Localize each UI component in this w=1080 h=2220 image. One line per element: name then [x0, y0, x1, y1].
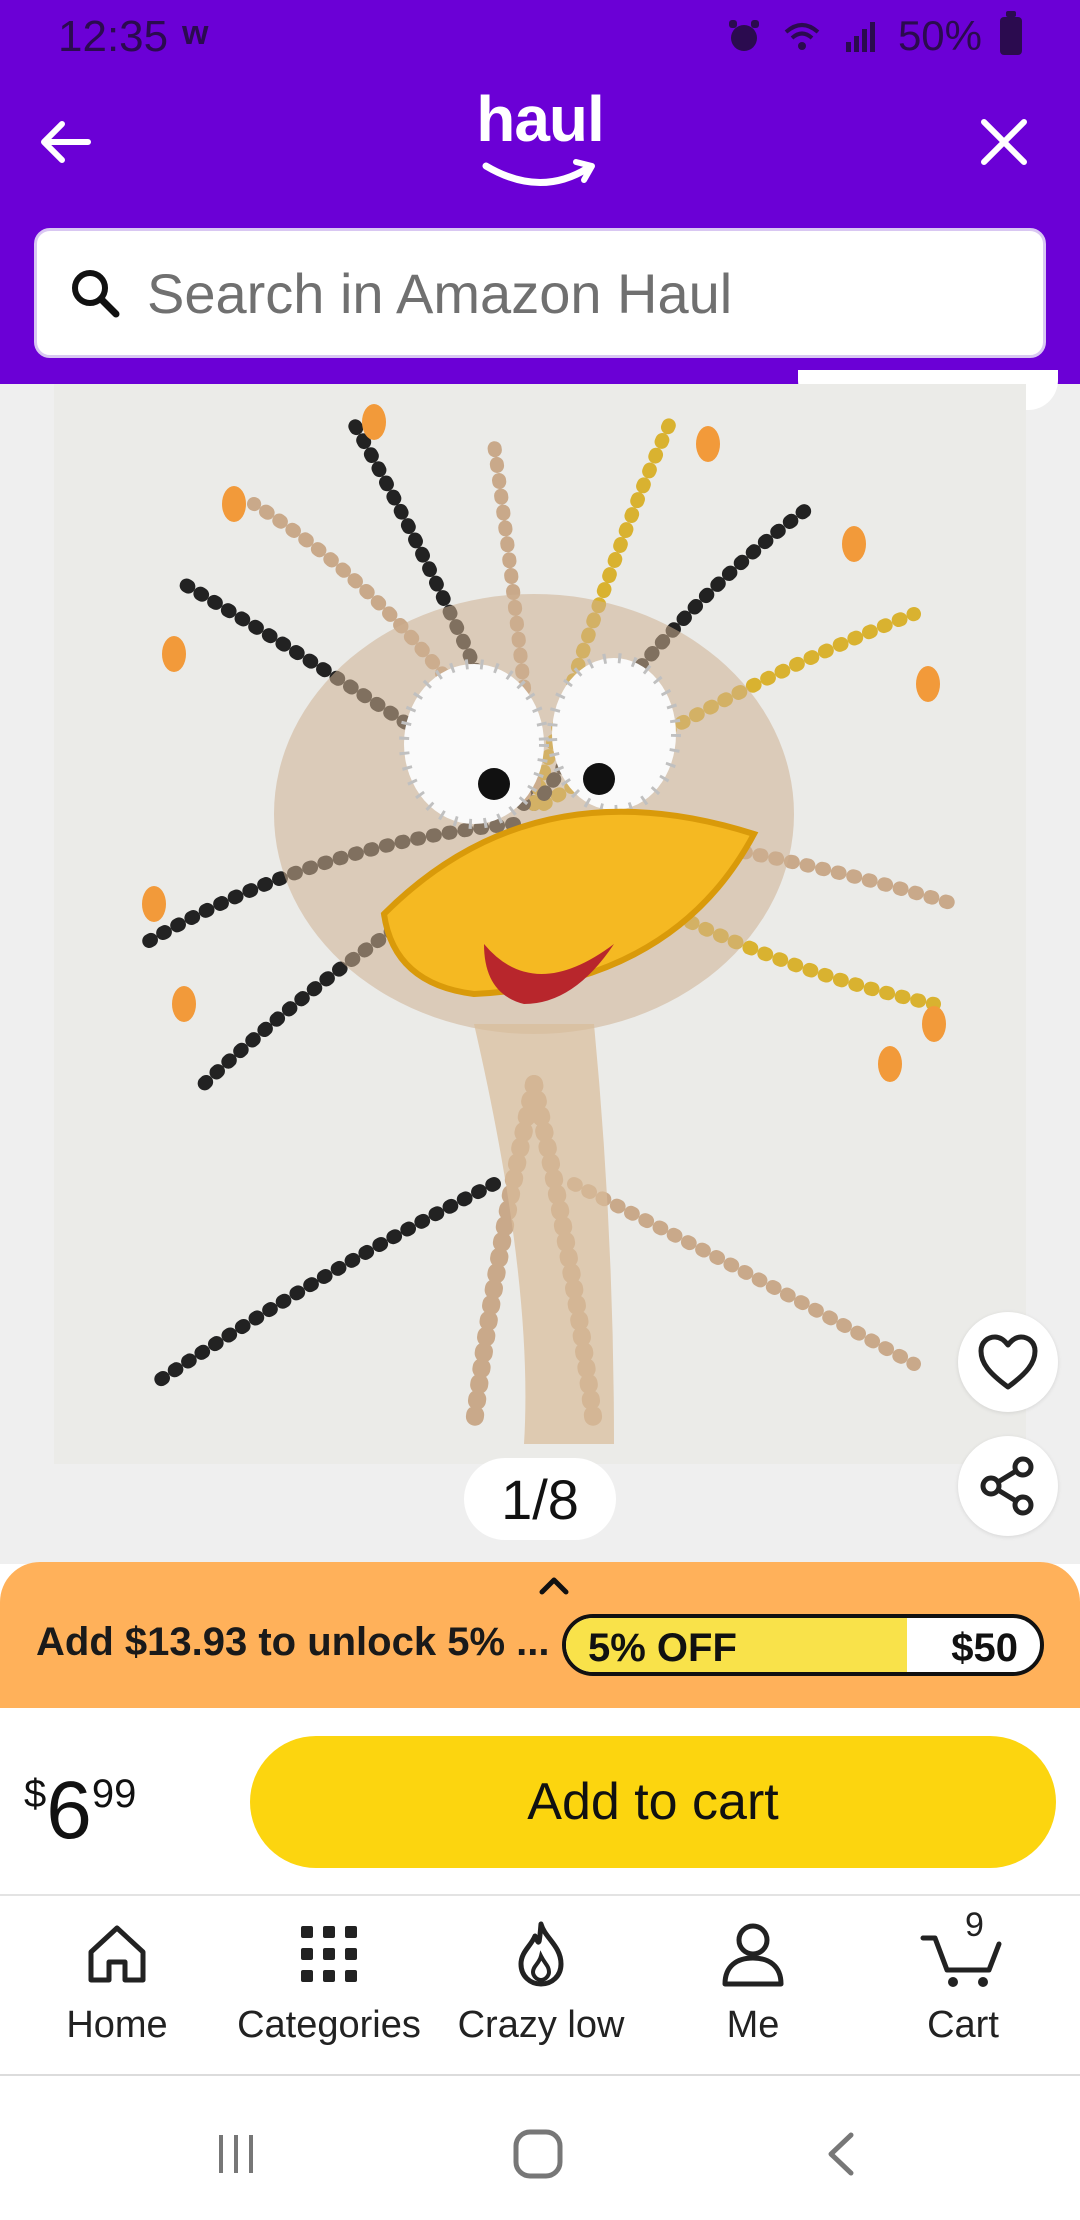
home-icon	[88, 1925, 146, 1983]
share-icon	[980, 1456, 1034, 1516]
battery-percent: 50%	[897, 12, 982, 59]
favorite-button[interactable]	[958, 1312, 1058, 1412]
home-system-button[interactable]	[508, 2124, 568, 2184]
logo-text: haul	[476, 83, 605, 155]
header-nav: haul	[0, 74, 1080, 224]
chevron-left-icon	[828, 2132, 854, 2176]
search-icon	[65, 263, 125, 323]
discount-progress-bar: 5% OFF $50	[562, 1614, 1044, 1676]
search-bar[interactable]	[34, 228, 1046, 358]
recent-apps-icon	[219, 2135, 253, 2173]
product-image[interactable]	[54, 384, 1026, 1464]
smile-arrow-icon	[482, 159, 595, 186]
nav-me[interactable]: Me	[648, 1918, 858, 2068]
promo-banner[interactable]: Add $13.93 to unlock 5% ... 5% OFF $50	[0, 1562, 1080, 1708]
nav-crazy-low[interactable]: Crazy low	[436, 1918, 646, 2068]
price-whole: 6	[46, 1765, 92, 1856]
add-to-cart-button[interactable]: Add to cart	[250, 1736, 1056, 1868]
progress-label: 5% OFF	[588, 1626, 737, 1670]
nav-cart[interactable]: 9 Cart	[858, 1906, 1068, 2068]
notification-icon: w	[182, 14, 209, 52]
home-circle-icon	[513, 2129, 563, 2179]
share-button[interactable]	[958, 1436, 1058, 1536]
recent-apps-button[interactable]	[206, 2124, 266, 2184]
close-button[interactable]	[968, 106, 1040, 178]
price-currency: $	[24, 1772, 47, 1816]
progress-target: $50	[951, 1626, 1018, 1670]
battery-icon	[1000, 11, 1022, 55]
nav-home-label: Home	[66, 2004, 168, 2046]
ostrich-diamond-art-image	[54, 384, 1026, 1464]
heart-icon	[978, 1334, 1038, 1390]
system-navigation-bar	[0, 2078, 1080, 2220]
status-bar: 12:35 w 50%	[0, 0, 1080, 74]
app-header: 12:35 w 50% haul	[0, 0, 1080, 384]
back-button[interactable]	[30, 106, 102, 178]
product-price: $699	[24, 1764, 136, 1858]
cart-icon-wrap: 9	[920, 1906, 1002, 1990]
price-fraction: 99	[91, 1772, 137, 1816]
promo-message: Add $13.93 to unlock 5% ...	[36, 1620, 550, 1664]
buy-row: $699 Add to cart	[0, 1708, 1080, 1896]
close-icon	[981, 119, 1027, 165]
arrow-left-icon	[41, 121, 91, 163]
alarm-icon	[728, 20, 759, 51]
cart-count-badge: 9	[965, 1906, 984, 1944]
signal-icon	[845, 22, 875, 52]
haul-logo: haul	[440, 84, 640, 194]
flame-icon	[518, 1921, 564, 1987]
gallery-page-indicator: 1/8	[464, 1458, 616, 1540]
wifi-icon	[784, 23, 820, 50]
grid-icon	[301, 1926, 357, 1982]
search-input[interactable]	[147, 260, 1027, 326]
nav-home[interactable]: Home	[12, 1918, 222, 2068]
status-icons: 50%	[724, 11, 1022, 60]
nav-categories-label: Categories	[237, 2004, 421, 2046]
nav-cart-label: Cart	[927, 2004, 999, 2046]
back-system-button[interactable]	[812, 2124, 872, 2184]
nav-crazy-low-label: Crazy low	[457, 2004, 625, 2046]
product-gallery[interactable]: 1/8	[0, 370, 1080, 1564]
user-icon	[722, 1923, 784, 1987]
nav-categories[interactable]: Categories	[224, 1918, 434, 2068]
cart-icon	[920, 1935, 1002, 1987]
status-time: 12:35	[58, 12, 169, 61]
nav-me-label: Me	[726, 2004, 780, 2046]
chevron-up-icon[interactable]	[536, 1574, 572, 1598]
bottom-navigation: Home Categories Crazy low Me 9 Cart	[0, 1896, 1080, 2076]
